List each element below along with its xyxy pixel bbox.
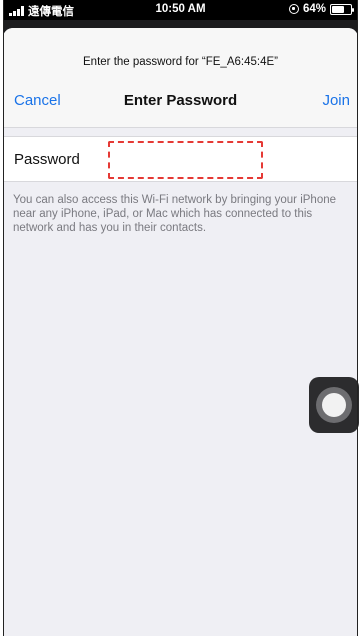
status-right: 64%	[288, 3, 354, 15]
assistive-touch-icon	[322, 393, 346, 417]
status-bar: 遠傳電信 10:50 AM 64%	[3, 0, 358, 20]
battery-fill	[332, 5, 344, 13]
password-input[interactable]	[108, 141, 263, 179]
password-prompt: Enter the password for “FE_A6:45:4E”	[83, 56, 278, 68]
sheet-title: Enter Password	[123, 92, 238, 109]
battery-percent: 64%	[302, 3, 326, 15]
sheet-header: Enter the password for “FE_A6:45:4E” Can…	[3, 28, 358, 128]
join-button[interactable]: Join	[322, 92, 350, 109]
password-sheet: Enter the password for “FE_A6:45:4E” Can…	[3, 28, 358, 636]
battery-icon	[330, 3, 354, 15]
password-row: Password	[3, 136, 358, 182]
share-password-hint: You can also access this Wi-Fi network b…	[13, 194, 337, 234]
password-label: Password	[14, 151, 80, 168]
assistive-touch-button[interactable]	[309, 377, 359, 433]
rotation-lock-icon	[288, 4, 299, 14]
phone-screen: 遠傳電信 10:50 AM 64% Enter the password for…	[0, 0, 361, 636]
